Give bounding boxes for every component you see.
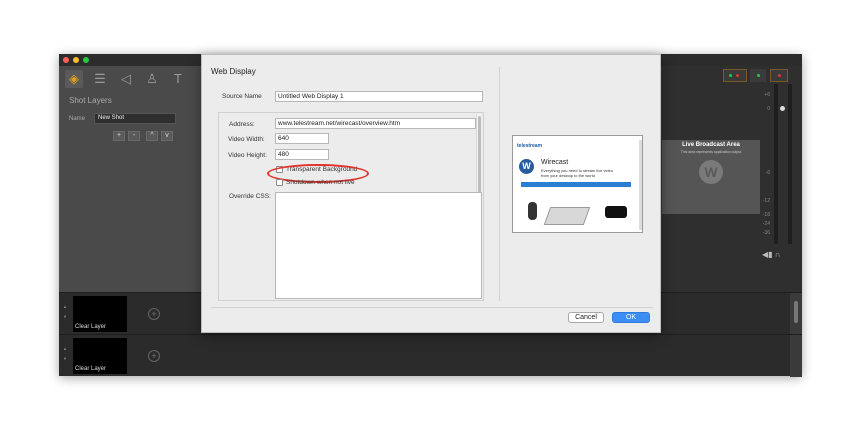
meter-label: -12	[762, 198, 770, 204]
layer-label: Clear Layer	[75, 366, 107, 372]
layer-row: ▲ ▼ Clear Layer +	[59, 334, 802, 377]
video-width-label: Video Width:	[228, 136, 265, 143]
arrow-up-icon[interactable]: ▲	[63, 304, 67, 309]
video-height-field[interactable]: 480	[275, 149, 329, 160]
microphone-image	[528, 202, 537, 220]
shutdown-when-not-live-label: Shutdown when not live	[286, 179, 355, 186]
meter-label: 0	[767, 106, 770, 112]
divider	[211, 307, 653, 308]
live-broadcast-subtitle: This area represents application output	[680, 150, 742, 154]
meter-label: -24	[762, 221, 770, 227]
shutdown-when-not-live-checkbox[interactable]	[276, 179, 283, 186]
web-page-preview: telestream W Wirecast Everything you nee…	[512, 135, 643, 233]
arrow-up-icon[interactable]: ▲	[63, 346, 67, 351]
live-broadcast-title: Live Broadcast Area	[682, 142, 740, 148]
layer-scrollbar[interactable]	[790, 335, 802, 377]
broadcast-status-group[interactable]	[770, 69, 788, 82]
shot-name-field[interactable]: New Shot	[94, 113, 176, 124]
close-window-button[interactable]	[63, 57, 69, 63]
add-layer-button[interactable]: +	[113, 131, 125, 141]
zoom-window-button[interactable]	[83, 57, 89, 63]
scroll-thumb[interactable]	[794, 301, 798, 323]
address-label: Address:	[229, 121, 255, 128]
wirecast-badge-icon: W	[519, 159, 534, 174]
ok-button[interactable]: OK	[612, 312, 650, 323]
add-shot-icon[interactable]: +	[148, 308, 160, 320]
text-icon[interactable]: T	[169, 70, 187, 88]
volume-slider-knob[interactable]	[780, 106, 785, 111]
cancel-button[interactable]: Cancel	[568, 312, 604, 323]
arrow-down-icon[interactable]: ▼	[63, 314, 67, 319]
preview-banner	[521, 182, 631, 187]
preview-subtitle: Everything you need to stream live video…	[541, 168, 614, 178]
camera-image	[605, 206, 627, 218]
capture-device-image	[543, 207, 591, 225]
status-dot-green	[757, 74, 760, 77]
speaker-headphone-icon[interactable]: ◀▮ ∩	[762, 250, 781, 259]
audio-meter-right	[788, 84, 792, 244]
meter-label: -6	[765, 170, 770, 176]
override-css-label: Override CSS:	[229, 193, 271, 200]
wirecast-logo-icon: W	[699, 160, 723, 184]
panel-heading: Shot Layers	[69, 96, 112, 105]
audio-icon[interactable]: ◁	[117, 70, 135, 88]
telestream-logo: telestream	[517, 143, 543, 149]
layer-scrollbar[interactable]	[790, 293, 802, 335]
add-shot-icon[interactable]: +	[148, 350, 160, 362]
move-up-button[interactable]: ^	[146, 131, 158, 141]
layer-thumbnail[interactable]: Clear Layer	[73, 338, 127, 374]
layers-icon[interactable]: ◈	[65, 70, 83, 88]
meter-label: +6	[764, 92, 770, 98]
user-icon[interactable]: ♙	[143, 70, 161, 88]
minimize-window-button[interactable]	[73, 57, 79, 63]
web-display-dialog: Web Display Source Name Untitled Web Dis…	[201, 54, 661, 333]
video-width-field[interactable]: 640	[275, 133, 329, 144]
video-height-label: Video Height:	[228, 152, 267, 159]
remove-layer-button[interactable]: -	[128, 131, 140, 141]
meter-label: -36	[762, 230, 770, 236]
source-name-label: Source Name	[222, 93, 262, 100]
live-broadcast-preview: Live Broadcast Area This area represents…	[662, 140, 760, 214]
record-status-group[interactable]	[750, 69, 766, 82]
audio-meter-left	[774, 84, 778, 244]
meter-label: -18	[762, 212, 770, 218]
stream-status-group[interactable]	[723, 69, 747, 82]
source-name-field[interactable]: Untitled Web Display 1	[275, 91, 483, 102]
status-dot-green	[729, 74, 732, 77]
shot-name-label: Name	[69, 116, 86, 122]
preview-title: Wirecast	[541, 159, 569, 166]
move-down-button[interactable]: v	[161, 131, 173, 141]
status-dot-red	[778, 74, 781, 77]
list-icon[interactable]: ☰	[91, 70, 109, 88]
shot-layers-panel: ◈ ☰ ◁ ♙ T Shot Layers Name New Shot + - …	[59, 66, 201, 292]
dialog-title: Web Display	[211, 67, 256, 76]
status-dot-red	[736, 74, 739, 77]
output-panel: Live Broadcast Area This area represents…	[662, 66, 802, 292]
address-field[interactable]: www.telestream.net/wirecast/overview.htm	[275, 118, 476, 129]
override-css-textarea[interactable]	[275, 192, 482, 299]
layer-thumbnail[interactable]: Clear Layer	[73, 296, 127, 332]
arrow-down-icon[interactable]: ▼	[63, 356, 67, 361]
divider	[499, 67, 500, 301]
preview-scrollbar	[639, 140, 642, 230]
layer-label: Clear Layer	[75, 324, 107, 330]
